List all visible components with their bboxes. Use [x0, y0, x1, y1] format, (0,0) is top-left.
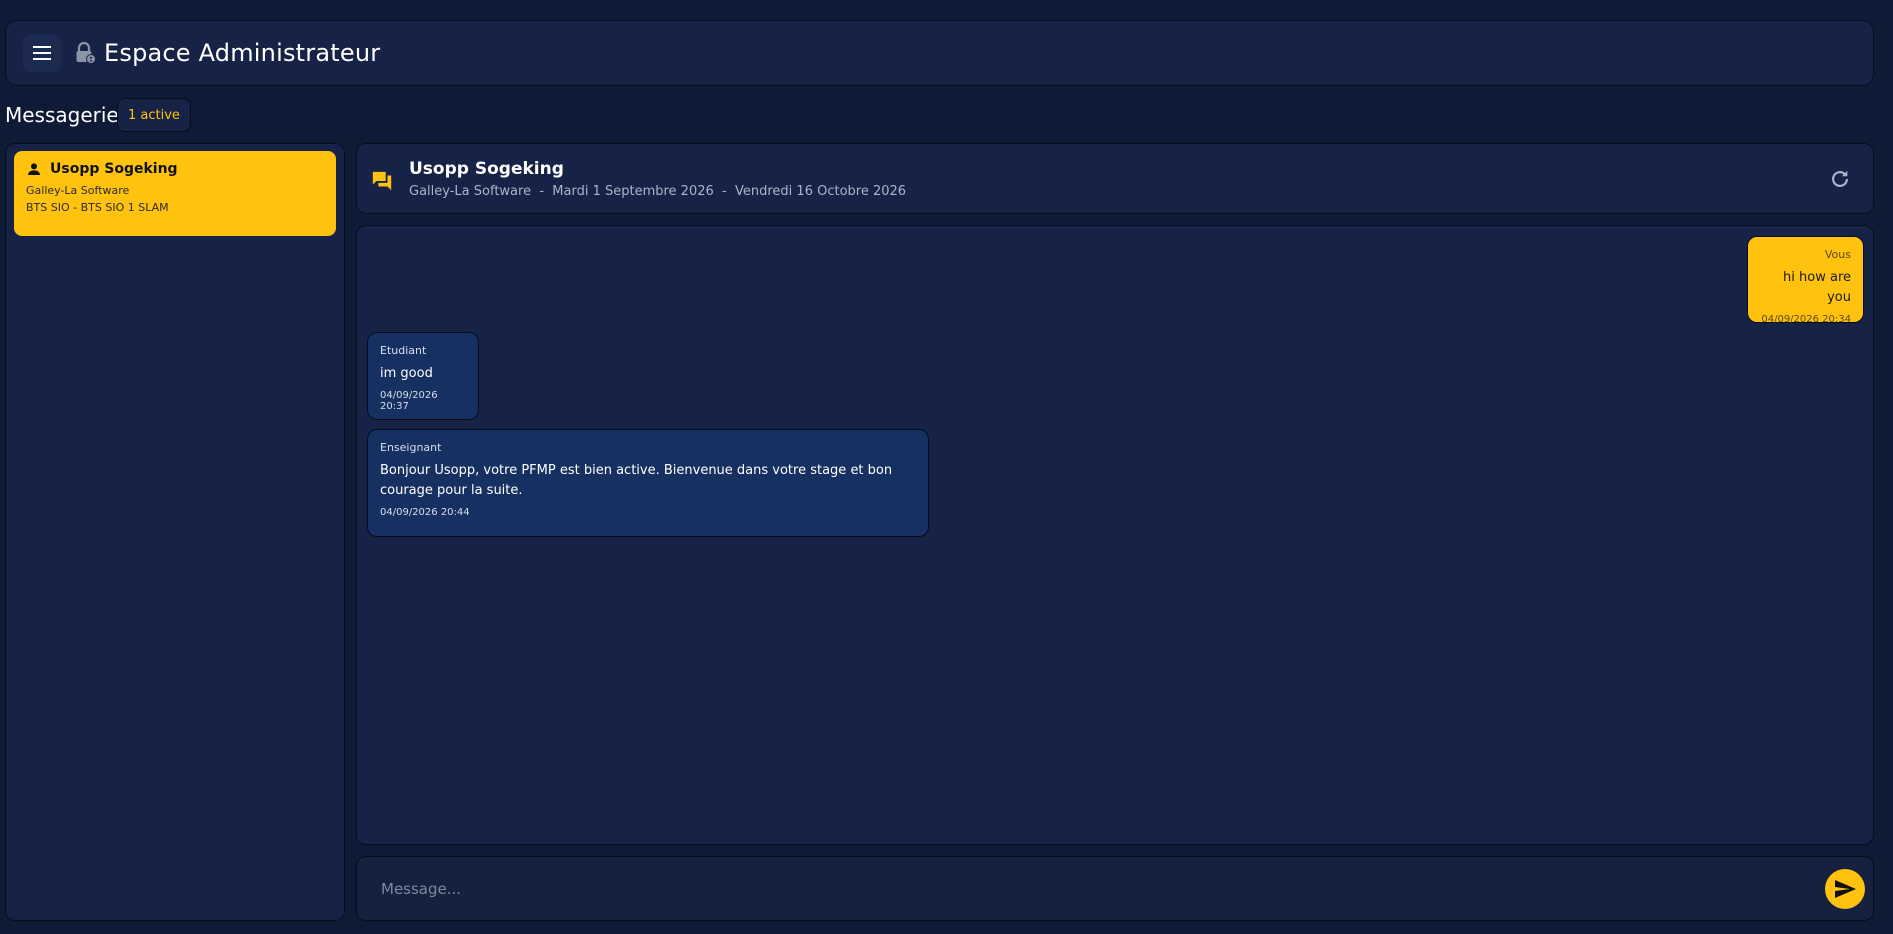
lock-icon [73, 41, 97, 65]
conversation-company: Galley-La Software [26, 184, 130, 197]
message-time: 04/09/2026 20:44 [380, 507, 470, 518]
app-root: Espace Administrateur Messagerie 1 activ… [0, 0, 1893, 934]
message-text: im good [380, 366, 433, 381]
message-time: 04/09/2026 20:37 [380, 390, 438, 412]
send-button[interactable] [1825, 868, 1865, 909]
person-icon [28, 163, 40, 175]
chat-info: Usopp Sogeking Galley-La Software - Mard… [409, 159, 906, 199]
message-bubble-incoming: Etudiant im good 04/09/2026 20:37 [367, 332, 479, 420]
chat-meta: Galley-La Software - Mardi 1 Septembre 2… [409, 183, 907, 199]
send-icon [1835, 879, 1856, 898]
conversation-list: Usopp Sogeking Galley-La Software BTS SI… [5, 143, 345, 921]
message-author: Enseignant [380, 441, 442, 454]
conversation-program: BTS SIO - BTS SIO 1 SLAM [26, 201, 169, 214]
message-thread: Vous hi how are you 04/09/2026 20:34 Etu… [356, 225, 1874, 845]
refresh-icon [1832, 170, 1848, 187]
chat-contact-name: Usopp Sogeking [409, 158, 564, 179]
message-input[interactable] [381, 879, 1825, 898]
conversation-name: Usopp Sogeking [50, 161, 178, 177]
message-time: 04/09/2026 20:34 [1761, 314, 1851, 325]
message-composer [356, 856, 1874, 921]
menu-icon [33, 46, 51, 60]
message-author: Etudiant [380, 344, 427, 357]
chat-header: Usopp Sogeking Galley-La Software - Mard… [356, 143, 1874, 214]
message-bubble-outgoing: Vous hi how are you 04/09/2026 20:34 [1747, 236, 1864, 325]
top-header: Espace Administrateur [5, 20, 1874, 86]
message-text: Bonjour Usopp, votre PFMP est bien activ… [380, 463, 893, 498]
active-count-badge: 1 active [117, 98, 191, 132]
message-author: Vous [1824, 248, 1851, 261]
refresh-button[interactable] [1827, 166, 1853, 192]
app-title: Espace Administrateur [104, 39, 381, 67]
conversation-item[interactable]: Usopp Sogeking Galley-La Software BTS SI… [14, 151, 336, 236]
message-text: hi how are you [1783, 270, 1851, 305]
message-bubble-incoming: Enseignant Bonjour Usopp, votre PFMP est… [367, 429, 929, 537]
chat-bubbles-icon [371, 169, 395, 193]
section-title: Messagerie [5, 103, 119, 127]
menu-button[interactable] [23, 34, 61, 72]
